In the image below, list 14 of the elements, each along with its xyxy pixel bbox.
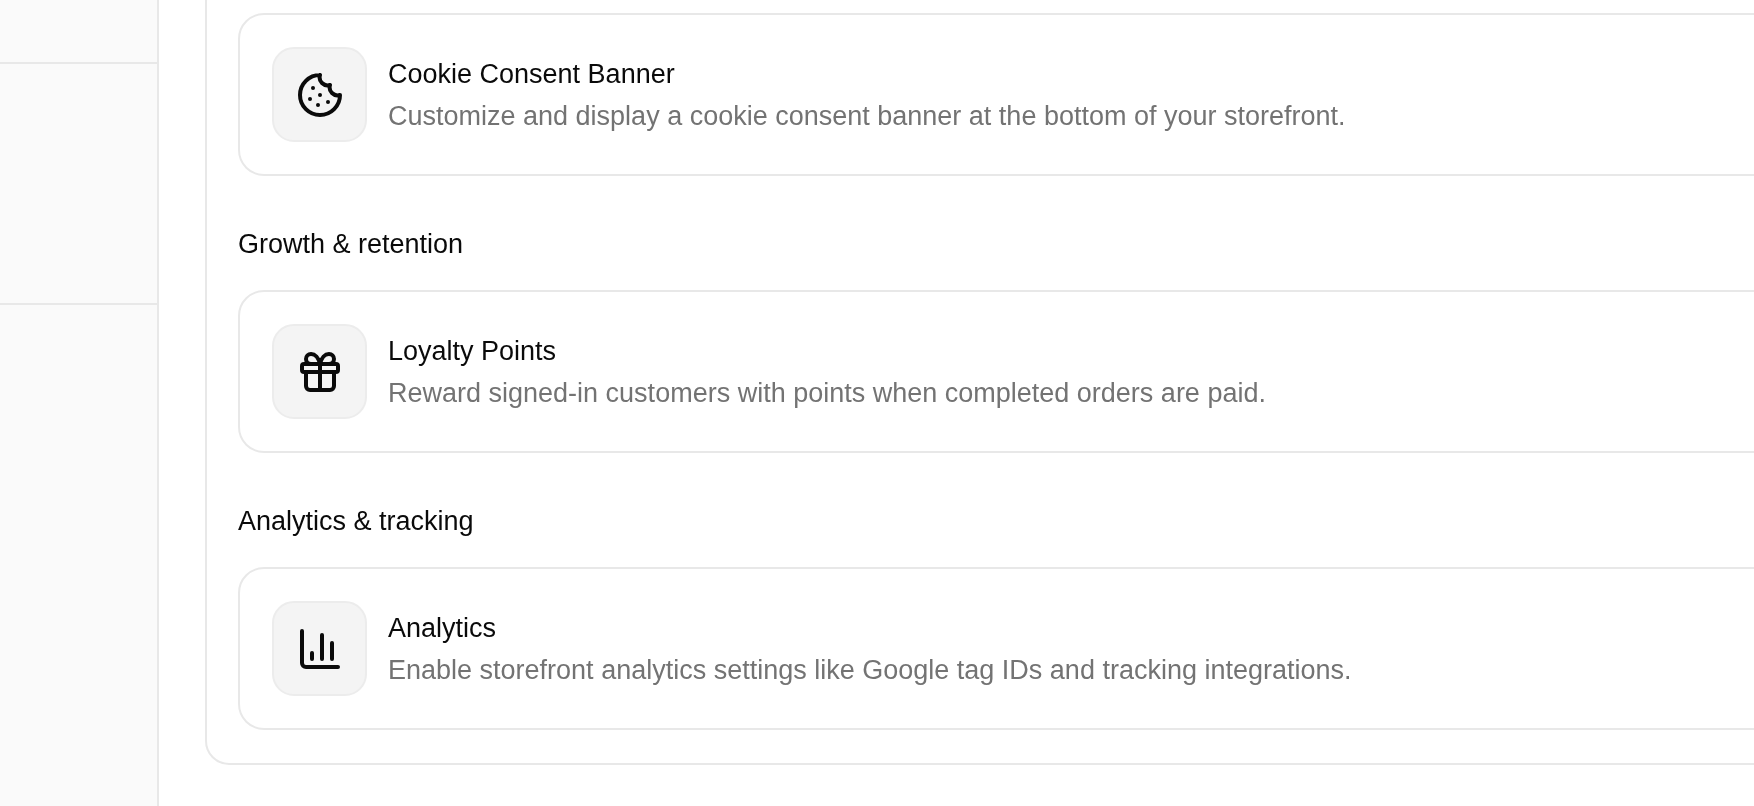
section-heading: Analytics & tracking	[238, 505, 475, 538]
card-title: Analytics	[388, 611, 497, 645]
cookie-icon	[272, 47, 367, 142]
gift-icon	[272, 324, 367, 419]
feature-card[interactable]: Cookie Consent Banner Customize and display a cookie consent banner at the bottom of your storefront.	[238, 13, 1754, 176]
card-description: Customize and display a cookie consent banner at the bottom of your storefront.	[388, 99, 1346, 133]
bar-chart-icon	[272, 601, 367, 696]
card-description: Reward signed-in customers with points when completed orders are paid.	[388, 376, 1266, 410]
feature-card[interactable]: Analytics Enable storefront analytics settings like Google tag IDs and tracking integrations.	[238, 567, 1754, 730]
card-title: Cookie Consent Banner	[388, 57, 675, 91]
section-heading: Growth & retention	[238, 228, 465, 261]
card-description: Enable storefront analytics settings like Google tag IDs and tracking integrations.	[388, 653, 1352, 687]
feature-card[interactable]: Loyalty Points Reward signed-in customers with points when completed orders are paid.	[238, 290, 1754, 453]
card-title: Loyalty Points	[388, 334, 557, 368]
